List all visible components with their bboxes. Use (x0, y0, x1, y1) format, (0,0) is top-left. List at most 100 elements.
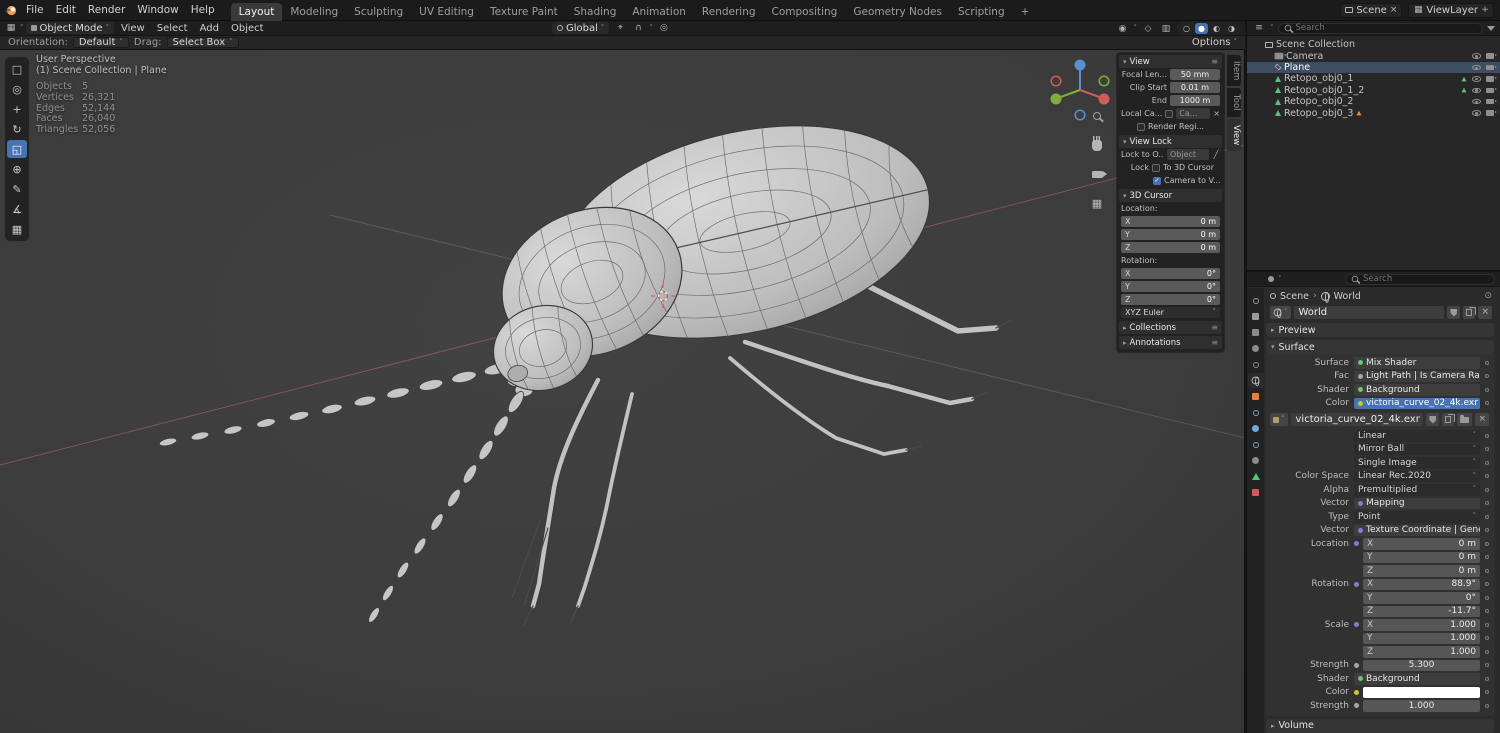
cursor-location-y[interactable]: Y0 m (1121, 229, 1220, 240)
props-tab-object[interactable] (1248, 389, 1264, 404)
pivot-point-icon[interactable]: ⌖ (613, 22, 627, 34)
breadcrumb-scene[interactable]: Scene (1280, 291, 1309, 302)
hide-viewport-icon[interactable] (1472, 98, 1481, 105)
decorator-icon[interactable] (1485, 649, 1489, 654)
snap-magnet-icon[interactable]: ∩ (631, 22, 645, 34)
menu-edit[interactable]: Edit (50, 3, 82, 17)
menu-select[interactable]: Select (152, 23, 193, 34)
rotate-tool[interactable]: ↻ (7, 120, 27, 138)
strength-slider[interactable]: 5.300 (1363, 659, 1480, 671)
local-camera-field[interactable]: Ca... (1176, 108, 1211, 119)
scale-tool[interactable]: ◱ (7, 140, 27, 158)
decorator-icon[interactable] (1485, 514, 1489, 519)
lock-to-object-field[interactable]: Object (1167, 149, 1209, 160)
browse-world-button[interactable]: ˅ (1270, 306, 1291, 319)
colorspace-dropdown[interactable]: Linear Rec.2020 ˅ (1354, 470, 1480, 482)
panel-collections-header[interactable]: ▸ Collections ≡ (1119, 321, 1222, 334)
rotation-mode-dropdown[interactable]: XYZ Euler ˅ (1121, 307, 1220, 318)
menu-object[interactable]: Object (226, 23, 269, 34)
menu-view[interactable]: View (116, 23, 150, 34)
editor-type-icon[interactable] (1268, 276, 1274, 282)
decorator-icon[interactable] (1485, 582, 1489, 587)
mapping-location-y[interactable]: Y0 m (1363, 551, 1480, 563)
options-button[interactable]: Options ˅ (1192, 37, 1237, 48)
tab-item[interactable]: Item (1227, 55, 1241, 87)
props-tab-texture[interactable] (1248, 485, 1264, 500)
shading-rendered-icon[interactable]: ◑ (1225, 23, 1238, 34)
fac-field[interactable]: Light Path | Is Camera Ray (1354, 370, 1480, 382)
props-tab-data[interactable] (1248, 469, 1264, 484)
decorator-icon[interactable] (1485, 433, 1489, 438)
source-dropdown[interactable]: Single Image ˅ (1354, 457, 1480, 469)
world-name-field[interactable]: World (1293, 306, 1445, 319)
xray-toggle-icon[interactable]: ▥ (1159, 23, 1173, 35)
tab-view[interactable]: View (1227, 118, 1241, 152)
outliner-row-camera[interactable]: Camera (1247, 50, 1500, 62)
props-tab-scene[interactable] (1248, 357, 1264, 372)
panel-volume-header[interactable]: ▸ Volume (1266, 718, 1494, 733)
workspace-tab-modeling[interactable]: Modeling (282, 3, 346, 21)
clip-end-field[interactable]: 1000 m (1170, 95, 1220, 106)
hide-viewport-icon[interactable] (1472, 64, 1481, 71)
cursor-rotation-y[interactable]: Y 0° (1121, 281, 1220, 292)
blender-logo-icon[interactable] (0, 4, 20, 16)
decorator-icon[interactable] (1485, 501, 1489, 506)
decorator-icon[interactable] (1485, 541, 1489, 546)
scene-selector[interactable]: Scene × (1340, 2, 1403, 18)
props-tab-physics[interactable] (1248, 437, 1264, 452)
menu-window[interactable]: Window (131, 3, 184, 17)
zoom-icon[interactable] (1089, 108, 1105, 124)
menu-icon[interactable]: ≡ (1211, 323, 1218, 332)
mode-selector[interactable]: Object Mode ˅ (25, 22, 114, 34)
decorator-icon[interactable] (1485, 474, 1489, 479)
browse-image-button[interactable]: ˅ (1270, 413, 1288, 426)
new-world-button[interactable] (1463, 306, 1477, 319)
drag-mode-button[interactable]: Select Box ˅ (166, 37, 239, 48)
cursor-location-z[interactable]: Z0 m (1121, 242, 1220, 253)
disable-render-icon[interactable] (1486, 64, 1497, 71)
decorator-icon[interactable] (1485, 555, 1489, 560)
props-tab-particles[interactable] (1248, 421, 1264, 436)
mapping-scale-y[interactable]: Y 1.000 (1363, 632, 1480, 644)
props-tab-world[interactable] (1247, 373, 1264, 388)
workspace-tab-sculpting[interactable]: Sculpting (346, 3, 411, 21)
fake-user-button[interactable] (1447, 306, 1461, 319)
show-gizmo-icon[interactable]: ◉ (1116, 23, 1130, 35)
mapping-scale-x[interactable]: X 1.000 (1363, 619, 1480, 631)
overlays-icon[interactable]: ◇ (1141, 23, 1155, 35)
close-icon[interactable]: × (1213, 109, 1220, 118)
hide-viewport-icon[interactable] (1472, 76, 1481, 82)
measure-tool[interactable]: ∡ (7, 200, 27, 218)
workspace-tab-uv-editing[interactable]: UV Editing (411, 3, 482, 21)
panel-view-header[interactable]: ▾ View ≡ (1119, 55, 1222, 68)
texcoord-field[interactable]: Texture Coordinate | Generated (1354, 524, 1480, 536)
workspace-tab-animation[interactable]: Animation (624, 3, 694, 21)
duplicate-image-button[interactable] (1442, 413, 1456, 426)
transform-tool[interactable]: ⊕ (7, 160, 27, 178)
ortho-grid-icon[interactable]: ▦ (1089, 195, 1105, 211)
props-tab-tool[interactable] (1248, 293, 1264, 308)
hide-viewport-icon[interactable] (1472, 53, 1481, 59)
properties-search[interactable] (1345, 273, 1495, 285)
menu-add[interactable]: Add (195, 23, 224, 34)
mapping-scale-z[interactable]: Z 1.000 (1363, 646, 1480, 658)
fake-user-button[interactable] (1426, 413, 1440, 426)
menu-icon[interactable]: ≡ (1211, 57, 1218, 66)
decorator-icon[interactable] (1485, 595, 1489, 600)
workspace-tab-compositing[interactable]: Compositing (764, 3, 846, 21)
pin-icon[interactable]: ⊙ (1484, 291, 1492, 301)
shading-solid-icon[interactable]: ● (1195, 23, 1208, 34)
panel-preview-header[interactable]: ▸ Preview (1266, 323, 1494, 337)
props-tab-view-layer[interactable] (1248, 341, 1264, 356)
breadcrumb-world[interactable]: World (1334, 291, 1361, 302)
disable-render-icon[interactable] (1486, 98, 1497, 105)
shader-field[interactable]: Background (1354, 384, 1480, 396)
render-region-checkbox[interactable] (1137, 122, 1145, 131)
add-workspace-button[interactable]: + (1013, 3, 1038, 21)
menu-file[interactable]: File (20, 3, 50, 17)
scene-canvas[interactable] (0, 50, 1245, 733)
props-tab-modifiers[interactable] (1248, 405, 1264, 420)
new-viewlayer-icon[interactable]: + (1481, 4, 1489, 16)
decorator-icon[interactable] (1485, 663, 1489, 668)
workspace-tab-layout[interactable]: Layout (230, 2, 283, 21)
